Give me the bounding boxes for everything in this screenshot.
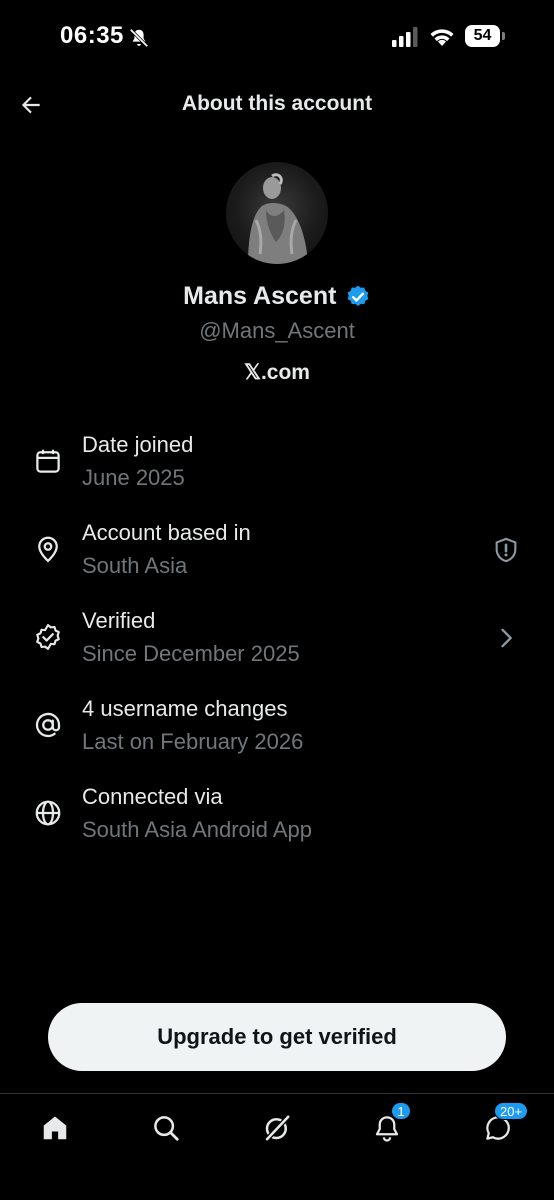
status-time: 06:35 [60, 22, 124, 49]
info-label: Connected via [82, 784, 223, 809]
nav-notifications[interactable]: 1 [367, 1102, 411, 1146]
home-icon [43, 1116, 67, 1140]
bottom-nav: 1 20+ [0, 1093, 554, 1200]
profile-photo [248, 173, 308, 264]
at-sign-icon [35, 712, 61, 738]
info-item-verified[interactable]: Verified Since December 2025 [0, 596, 554, 684]
status-bar: 06:35 54 [0, 0, 554, 70]
notifications-badge: 1 [391, 1102, 411, 1120]
search-icon [154, 1116, 179, 1141]
messages-badge: 20+ [494, 1102, 529, 1120]
info-value: South Asia [82, 553, 188, 578]
battery-level: 54 [465, 25, 500, 47]
header: About this account [0, 80, 554, 130]
info-value: Since December 2025 [82, 641, 300, 666]
globe-icon [35, 800, 61, 826]
info-label: 4 username changes [82, 696, 288, 721]
nav-home[interactable] [35, 1110, 75, 1146]
handle: @Mans_Ascent [199, 318, 355, 343]
info-item-connected-via: Connected via South Asia Android App [0, 772, 554, 860]
page-title: About this account [181, 92, 373, 115]
chevron-right-icon[interactable] [492, 624, 520, 652]
signal-icon [392, 27, 418, 47]
info-item-date-joined: Date joined June 2025 [0, 420, 554, 508]
display-name: Mans Ascent [183, 282, 337, 310]
account-info-list: Date joined June 2025 Account based in S… [0, 420, 554, 860]
info-item-account-based-in: Account based in South Asia [0, 508, 554, 596]
info-item-username-changes: 4 username changes Last on February 2026 [0, 684, 554, 772]
shield-alert-icon[interactable] [492, 536, 520, 564]
battery-icon: 54 [465, 25, 505, 47]
verified-badge-icon[interactable] [345, 284, 371, 310]
info-label: Verified [82, 608, 156, 633]
info-label: Date joined [82, 432, 194, 457]
grok-icon [265, 1115, 291, 1141]
info-value: June 2025 [82, 465, 185, 490]
info-label: Account based in [82, 520, 251, 545]
nav-search[interactable] [146, 1110, 186, 1146]
info-value: South Asia Android App [82, 817, 312, 842]
bell-off-icon [129, 28, 149, 48]
wifi-icon [430, 29, 454, 46]
nav-grok[interactable] [257, 1110, 297, 1146]
info-value: Last on February 2026 [82, 729, 304, 754]
calendar-icon [36, 449, 60, 473]
nav-messages[interactable]: 20+ [478, 1102, 529, 1146]
location-pin-icon [38, 536, 58, 563]
account-source: 𝕏.com [244, 361, 310, 384]
avatar[interactable] [226, 162, 328, 264]
verified-check-icon [36, 624, 60, 650]
profile-name-row: Mans Ascent [0, 282, 554, 311]
upgrade-verified-button[interactable]: Upgrade to get verified [48, 1003, 506, 1071]
